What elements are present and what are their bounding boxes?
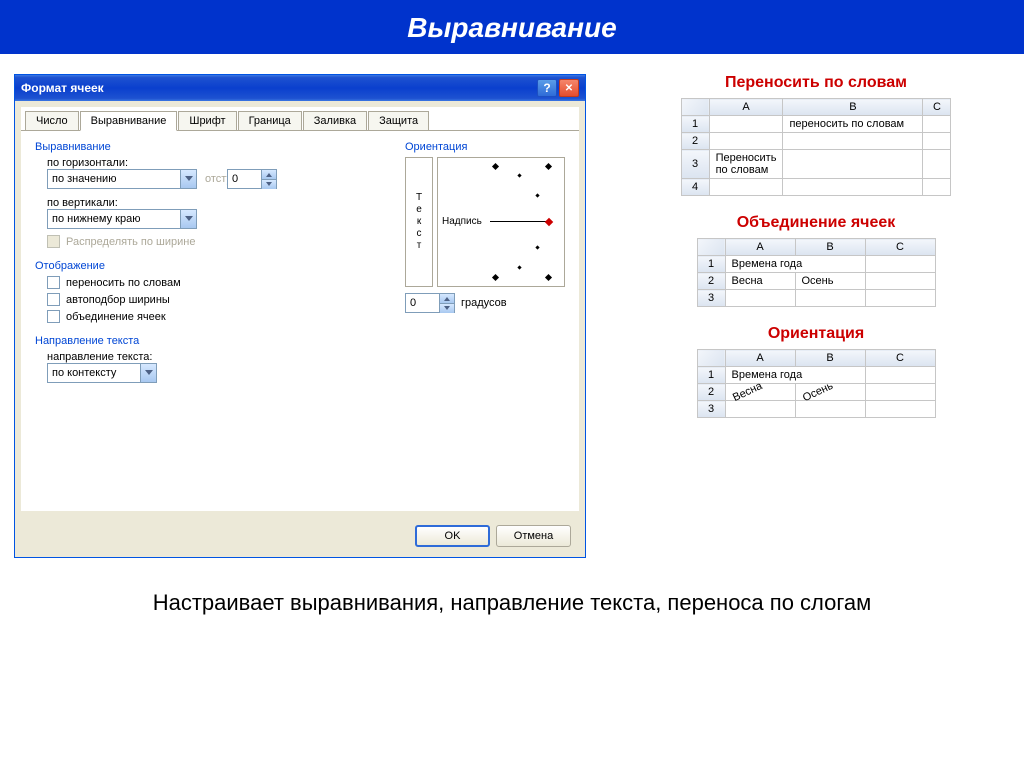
- horizontal-combo[interactable]: по значению: [47, 169, 197, 189]
- dial-tick: [545, 163, 552, 170]
- orientation-group-title: Ориентация: [405, 141, 565, 153]
- vertical-label: по вертикали:: [47, 197, 305, 209]
- help-icon[interactable]: ?: [537, 79, 557, 97]
- dial-tick: [517, 173, 521, 177]
- degrees-label: градусов: [461, 297, 507, 309]
- chevron-down-icon[interactable]: [180, 210, 196, 228]
- example-merge-title: Объединение ячеек: [626, 214, 1006, 232]
- close-icon[interactable]: [559, 79, 579, 97]
- chevron-down-icon[interactable]: [140, 364, 156, 382]
- titlebar[interactable]: Формат ячеек ?: [15, 75, 585, 101]
- dial-tick: [492, 274, 499, 281]
- chevron-down-icon[interactable]: [180, 170, 196, 188]
- dial-tick: [545, 274, 552, 281]
- direction-value: по контексту: [52, 367, 116, 379]
- tab-border[interactable]: Граница: [238, 111, 302, 130]
- merge-label: объединение ячеек: [66, 311, 166, 323]
- vertical-combo[interactable]: по нижнему краю: [47, 209, 197, 229]
- merge-checkbox[interactable]: [47, 310, 60, 323]
- slide-caption: Настраивает выравнивания, направление те…: [0, 588, 1024, 619]
- degrees-spinner[interactable]: 0: [405, 293, 455, 313]
- dial-tick: [492, 163, 499, 170]
- dial-tick: [535, 193, 539, 197]
- degrees-value: 0: [410, 297, 416, 309]
- direction-label: направление текста:: [47, 351, 305, 363]
- wrap-checkbox[interactable]: [47, 276, 60, 289]
- ok-button[interactable]: OK: [415, 525, 490, 547]
- vertical-text-button[interactable]: Текст: [405, 157, 433, 287]
- tab-protection[interactable]: Защита: [368, 111, 429, 130]
- spin-up-icon[interactable]: [262, 170, 276, 179]
- indent-value: 0: [232, 173, 238, 185]
- dialog-title: Формат ячеек: [21, 81, 535, 95]
- horizontal-label: по горизонтали:: [47, 157, 305, 169]
- alignment-group-title: Выравнивание: [35, 141, 305, 153]
- distribute-checkbox: [47, 235, 60, 248]
- dial-tick: [517, 265, 521, 269]
- tab-number[interactable]: Число: [25, 111, 79, 130]
- indent-spinner[interactable]: 0: [227, 169, 277, 189]
- shrink-label: автоподбор ширины: [66, 294, 170, 306]
- spin-up-icon[interactable]: [440, 294, 454, 303]
- example-orient-title: Ориентация: [626, 325, 1006, 343]
- tab-fill[interactable]: Заливка: [303, 111, 367, 130]
- spin-down-icon[interactable]: [440, 303, 454, 313]
- horizontal-value: по значению: [52, 173, 116, 185]
- vertical-value: по нижнему краю: [52, 213, 140, 225]
- distribute-label: Распределять по ширине: [66, 236, 195, 248]
- example-wrap-table: ABC 1переносить по словам 2 3Переноситьп…: [681, 98, 952, 196]
- orientation-label: Надпись: [442, 216, 482, 227]
- cancel-button[interactable]: Отмена: [496, 525, 571, 547]
- spin-down-icon[interactable]: [262, 179, 276, 189]
- direction-group-title: Направление текста: [35, 335, 305, 347]
- tab-font[interactable]: Шрифт: [178, 111, 236, 130]
- orientation-handle[interactable]: [545, 218, 553, 226]
- orientation-dial[interactable]: Надпись: [437, 157, 565, 287]
- slide-title: Выравнивание: [0, 0, 1024, 54]
- orientation-needle: [490, 221, 546, 222]
- wrap-label: переносить по словам: [66, 277, 181, 289]
- example-merge-table: ABC 1Времена года 2ВеснаОсень 3: [697, 238, 936, 307]
- tab-alignment[interactable]: Выравнивание: [80, 111, 178, 131]
- vertical-text-label: Текст: [414, 192, 425, 252]
- dial-tick: [535, 245, 539, 249]
- tab-strip: Число Выравнивание Шрифт Граница Заливка…: [21, 107, 579, 131]
- direction-combo[interactable]: по контексту: [47, 363, 157, 383]
- example-orient-table: ABC 1Времена года 2ВеснаОсень 3: [697, 349, 936, 418]
- example-wrap-title: Переносить по словам: [626, 74, 1006, 92]
- format-cells-dialog: Формат ячеек ? Число Выравнивание Шрифт …: [14, 74, 586, 558]
- display-group-title: Отображение: [35, 260, 305, 272]
- shrink-checkbox[interactable]: [47, 293, 60, 306]
